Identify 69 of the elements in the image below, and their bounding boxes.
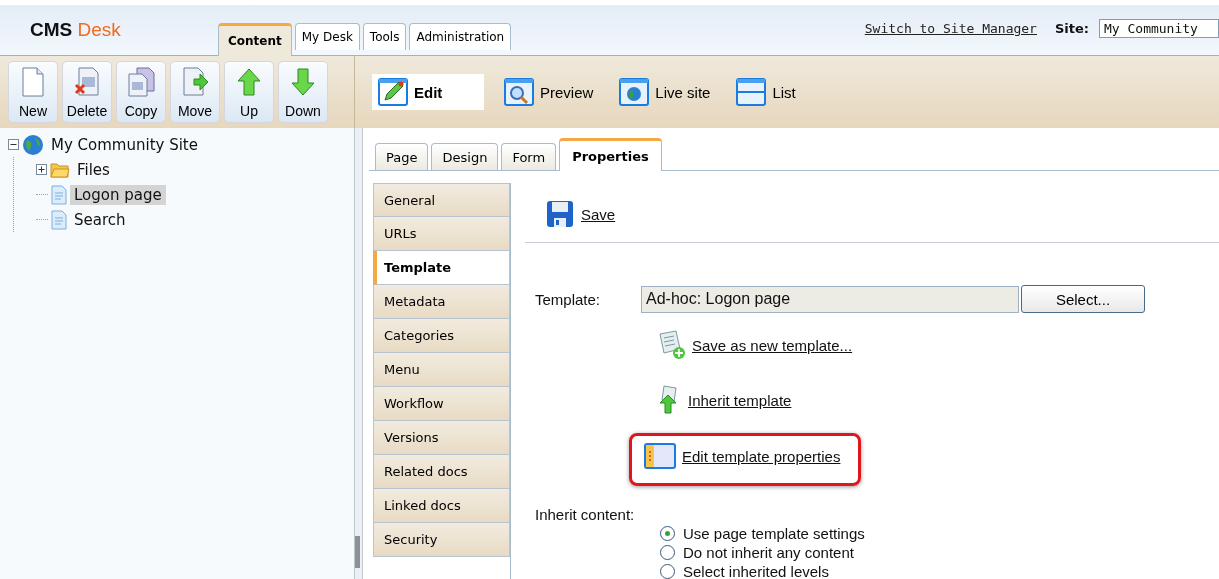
radio-empty-icon[interactable] xyxy=(660,564,675,579)
up-arrow-icon xyxy=(236,67,262,97)
folder-icon xyxy=(50,161,70,178)
move-document-icon xyxy=(181,67,209,97)
inherit-content-label: Inherit content: xyxy=(535,506,636,523)
toolbar-button[interactable]: Copy xyxy=(116,61,166,123)
copy-documents-icon xyxy=(126,67,156,97)
toolbar-button[interactable]: Move xyxy=(170,61,220,123)
radio-option[interactable]: Do not inherit any content xyxy=(660,544,1219,561)
tree-item[interactable]: Logon page xyxy=(70,184,166,205)
radio-option[interactable]: Select inherited levels xyxy=(660,563,1219,579)
radio-option[interactable]: Use page template settings xyxy=(660,525,1219,542)
globe-window-icon xyxy=(619,78,650,106)
page-icon xyxy=(51,209,67,230)
tree-item[interactable]: Search xyxy=(70,209,130,230)
tree-item[interactable]: My Community Site xyxy=(47,134,202,155)
radio-selected-icon[interactable] xyxy=(660,526,675,541)
template-field[interactable]: Ad-hoc: Logon page xyxy=(641,285,1019,313)
side-menu-item[interactable]: Linked docs xyxy=(373,489,510,523)
list-window-icon xyxy=(736,78,767,106)
magnifier-window-icon xyxy=(504,78,534,106)
template-action-link[interactable]: Save as new template... xyxy=(656,330,853,360)
sub-tab[interactable]: Design xyxy=(431,143,499,170)
page-icon xyxy=(51,184,67,205)
toolbar-button[interactable]: Up xyxy=(224,61,274,123)
expand-toggle-icon[interactable] xyxy=(36,164,47,175)
document-plus-icon xyxy=(656,330,686,360)
collapse-toggle-icon[interactable] xyxy=(8,139,19,150)
radio-empty-icon[interactable] xyxy=(660,545,675,560)
side-menu-item[interactable]: Versions xyxy=(373,421,510,455)
logo: CMS Desk xyxy=(29,19,122,41)
view-mode-button[interactable]: Edit xyxy=(372,74,484,110)
splitter-handle[interactable] xyxy=(355,536,360,568)
main-tab[interactable]: Tools xyxy=(362,23,407,50)
select-button[interactable]: Select... xyxy=(1021,285,1145,313)
main-tab[interactable]: Administration xyxy=(409,23,512,50)
globe-icon xyxy=(22,133,44,156)
template-label: Template: xyxy=(535,290,602,308)
sub-tab[interactable]: Properties xyxy=(559,138,662,171)
view-mode-button[interactable]: Preview xyxy=(498,74,600,110)
sub-tab[interactable]: Form xyxy=(501,143,557,170)
toolbar-button[interactable]: Delete xyxy=(62,61,112,123)
main-tab[interactable]: My Desk xyxy=(294,23,360,50)
view-mode-button[interactable]: Live site xyxy=(613,74,717,110)
window-panel-icon xyxy=(644,442,676,470)
toolbar-button[interactable]: New xyxy=(8,61,58,123)
pencil-window-icon xyxy=(378,78,408,106)
main-tab[interactable]: Content xyxy=(218,23,292,56)
side-menu-item[interactable]: Workflow xyxy=(373,387,510,421)
toolbar-button[interactable]: Down xyxy=(278,61,328,123)
delete-document-icon xyxy=(74,67,100,97)
side-menu-item[interactable]: Categories xyxy=(373,319,510,353)
view-mode-button[interactable]: List xyxy=(730,74,802,110)
document-icon xyxy=(20,67,46,97)
side-menu-item[interactable]: Security xyxy=(373,523,510,557)
side-menu-item[interactable]: URLs xyxy=(373,217,510,251)
side-menu-item[interactable]: General xyxy=(373,183,510,217)
side-menu-item[interactable]: Metadata xyxy=(373,285,510,319)
side-menu-item[interactable]: Related docs xyxy=(373,455,510,489)
side-menu-item[interactable]: Template xyxy=(373,251,510,285)
site-label: Site: xyxy=(1054,21,1089,36)
down-arrow-icon xyxy=(290,67,316,97)
sub-tab[interactable]: Page xyxy=(375,143,429,170)
tree-item[interactable]: Files xyxy=(73,159,114,180)
save-link[interactable]: Save xyxy=(545,199,616,229)
side-menu-item[interactable]: Menu xyxy=(373,353,510,387)
site-dropdown[interactable]: My Community xyxy=(1099,19,1219,38)
switch-site-manager-link[interactable]: Switch to Site Manager xyxy=(864,21,1037,36)
template-action-link[interactable]: Inherit template xyxy=(656,385,792,415)
